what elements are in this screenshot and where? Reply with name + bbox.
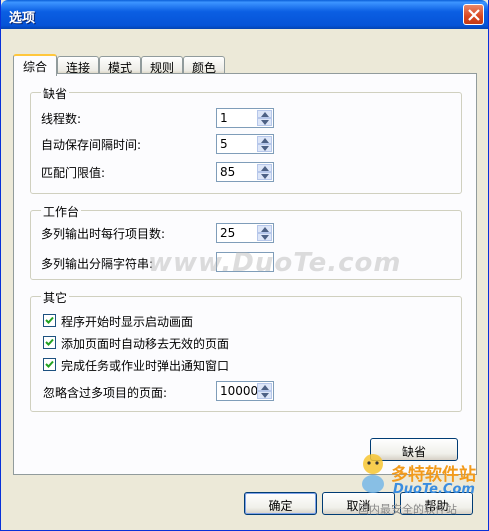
splash-checkbox[interactable] — [43, 314, 56, 327]
group-defaults: 缺省 线程数: 1 自动保存间隔时间: 5 匹配门限值: 85 — [30, 85, 462, 194]
logo-tagline: 国内最安全的软件站 — [358, 503, 457, 516]
spin-up-button[interactable] — [257, 136, 272, 144]
remove-invalid-checkbox[interactable] — [43, 336, 56, 349]
logo-text-en: DuoTe.Com — [393, 482, 475, 497]
tab-label: 综合 — [22, 60, 47, 74]
ignore-pages-spinner[interactable]: 10000 — [216, 381, 274, 401]
arrow-down-icon — [261, 174, 269, 179]
checkmark-icon — [45, 338, 54, 346]
options-dialog: 选项 综合 连接 模式 规则 颜色 缺省 线程数: 1 自动保存间隔时间: 5 … — [0, 0, 489, 531]
arrow-down-icon — [261, 120, 269, 125]
spin-down-button[interactable] — [257, 118, 272, 126]
splash-label[interactable]: 程序开始时显示启动画面 — [61, 313, 193, 330]
remove-invalid-label[interactable]: 添加页面时自动移去无效的页面 — [61, 335, 229, 352]
close-icon — [468, 9, 480, 21]
autosave-spinner[interactable]: 5 — [216, 134, 274, 154]
ok-button[interactable]: 确定 — [244, 492, 317, 515]
tab-general[interactable]: 综合 — [13, 54, 57, 76]
arrow-up-icon — [261, 385, 269, 390]
items-per-row-spinner[interactable]: 25 — [216, 223, 274, 243]
arrow-up-icon — [261, 138, 269, 143]
spin-down-button[interactable] — [257, 233, 272, 241]
tab-rules[interactable]: 规则 — [141, 56, 183, 75]
notify-label[interactable]: 完成任务或作业时弹出通知窗口 — [61, 357, 229, 374]
threshold-value[interactable]: 85 — [220, 165, 235, 179]
threshold-spinner[interactable]: 85 — [216, 162, 274, 182]
group-other: 其它 程序开始时显示启动画面 添加页面时自动移去无效的页面 完成任务或作业时弹出… — [30, 289, 462, 412]
tab-panel-general: 缺省 线程数: 1 自动保存间隔时间: 5 匹配门限值: 85 工作台 多列输出… — [13, 73, 477, 475]
spin-up-button[interactable] — [257, 225, 272, 233]
items-per-row-label: 多列输出时每行项目数: — [41, 227, 166, 241]
threads-value[interactable]: 1 — [220, 111, 228, 125]
spin-up-button[interactable] — [257, 110, 272, 118]
tab-mode[interactable]: 模式 — [99, 56, 141, 75]
spinner-arrows[interactable] — [257, 110, 272, 126]
autosave-label: 自动保存间隔时间: — [41, 138, 142, 152]
close-button[interactable] — [463, 4, 484, 25]
threshold-label: 匹配门限值: — [41, 166, 106, 180]
ignore-pages-label: 忽略含过多项目的页面: — [43, 386, 168, 400]
spin-down-button[interactable] — [257, 391, 272, 399]
spin-up-button[interactable] — [257, 383, 272, 391]
spin-down-button[interactable] — [257, 172, 272, 180]
arrow-down-icon — [261, 146, 269, 151]
mascot-icon — [362, 454, 384, 493]
threads-spinner[interactable]: 1 — [216, 108, 274, 128]
threads-label: 线程数: — [41, 112, 82, 126]
window-title: 选项 — [9, 11, 36, 26]
arrow-down-icon — [261, 235, 269, 240]
separator-label: 多列输出分隔字符串: — [41, 257, 154, 271]
items-per-row-value[interactable]: 25 — [220, 226, 235, 240]
spinner-arrows[interactable] — [257, 136, 272, 152]
tab-connection[interactable]: 连接 — [57, 56, 99, 75]
arrow-up-icon — [261, 166, 269, 171]
watermark: www.DuoTe.com — [148, 248, 402, 278]
ignore-pages-value[interactable]: 10000 — [220, 384, 258, 398]
spinner-arrows[interactable] — [257, 383, 272, 399]
title-bar[interactable]: 选项 — [1, 0, 488, 29]
spinner-arrows[interactable] — [257, 225, 272, 241]
autosave-value[interactable]: 5 — [220, 137, 228, 151]
duote-logo: 多特软件站 DuoTe.Com 国内最安全的软件站 — [353, 446, 488, 530]
arrow-up-icon — [261, 112, 269, 117]
group-title: 工作台 — [41, 203, 82, 220]
spin-down-button[interactable] — [257, 144, 272, 152]
arrow-up-icon — [261, 227, 269, 232]
tab-colors[interactable]: 颜色 — [183, 56, 225, 75]
group-title: 缺省 — [41, 85, 70, 102]
group-title: 其它 — [41, 289, 70, 306]
checkmark-icon — [45, 360, 54, 368]
checkmark-icon — [45, 316, 54, 324]
spin-up-button[interactable] — [257, 164, 272, 172]
arrow-down-icon — [261, 393, 269, 398]
spinner-arrows[interactable] — [257, 164, 272, 180]
notify-checkbox[interactable] — [43, 358, 56, 371]
